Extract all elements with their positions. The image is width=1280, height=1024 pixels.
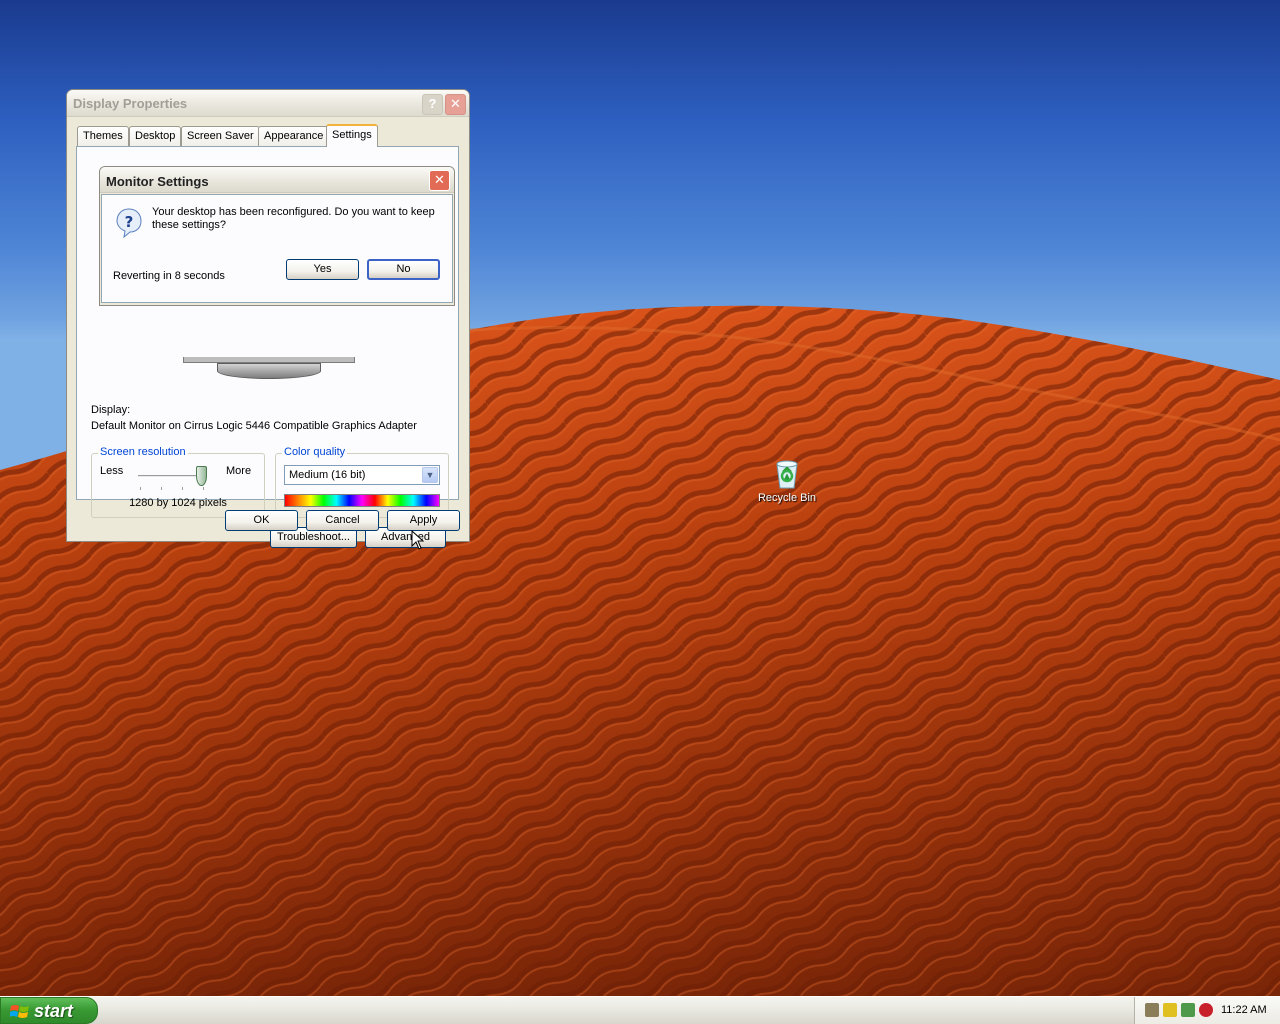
resolution-slider-thumb[interactable] <box>196 466 207 486</box>
color-quality-group: Color quality Medium (16 bit) ▼ <box>275 446 449 518</box>
tab-desktop[interactable]: Desktop <box>129 126 182 146</box>
tab-themes[interactable]: Themes <box>77 126 129 146</box>
apply-button[interactable]: Apply <box>387 510 460 531</box>
tab-appearance[interactable]: Appearance <box>258 126 330 146</box>
monitor-image-stand <box>217 363 321 379</box>
monitor-settings-message: Your desktop has been reconfigured. Do y… <box>152 206 435 231</box>
no-button[interactable]: No <box>367 259 440 280</box>
system-tray: 11:22 AM <box>1134 997 1280 1024</box>
help-icon: ? <box>428 96 437 111</box>
resolution-slider-track[interactable] <box>138 475 204 478</box>
recycle-bin[interactable]: Recycle Bin <box>752 458 822 504</box>
clock[interactable]: 11:22 AM <box>1221 1004 1267 1016</box>
question-icon: ? <box>116 208 142 238</box>
chevron-down-icon[interactable]: ▼ <box>422 467 438 483</box>
screen-resolution-legend: Screen resolution <box>98 446 188 458</box>
close-button[interactable]: ✕ <box>445 94 466 115</box>
taskbar: start 11:22 AM <box>0 996 1280 1024</box>
mouse-cursor-icon <box>411 530 425 550</box>
cancel-button[interactable]: Cancel <box>306 510 379 531</box>
resolution-less-label: Less <box>100 465 124 477</box>
display-label: Display: <box>91 404 131 416</box>
recycle-bin-icon <box>776 460 798 489</box>
close-icon: ✕ <box>450 96 461 111</box>
recycle-bin-label: Recycle Bin <box>757 492 817 504</box>
monitor-settings-dialog: Monitor Settings ✕ ? Your desktop has be… <box>99 166 455 306</box>
shield-icon[interactable] <box>1199 1003 1213 1017</box>
close-icon: ✕ <box>434 172 445 187</box>
start-button[interactable]: start <box>0 997 98 1024</box>
display-properties-title: Display Properties <box>73 96 188 111</box>
display-properties-window: Display Properties ? ✕ Themes Desktop Sc… <box>66 89 470 548</box>
resolution-more-label: More <box>226 465 252 477</box>
color-spectrum-bar <box>284 494 440 507</box>
resolution-value: 1280 by 1024 pixels <box>129 497 227 509</box>
monitor-settings-titlebar[interactable]: Monitor Settings ✕ <box>100 167 454 193</box>
color-quality-legend: Color quality <box>282 446 348 458</box>
resolution-slider-ticks <box>140 487 204 490</box>
monitor-settings-title: Monitor Settings <box>106 174 209 189</box>
screen-resolution-group: Screen resolution Less More 1280 by 1024… <box>91 446 265 518</box>
ok-button[interactable]: OK <box>225 510 298 531</box>
color-quality-selected: Medium (16 bit) <box>289 469 366 481</box>
revert-countdown: Reverting in 8 seconds <box>113 270 225 282</box>
help-button[interactable]: ? <box>422 94 443 115</box>
security-icon[interactable] <box>1181 1003 1195 1017</box>
display-properties-titlebar[interactable]: Display Properties ? ✕ <box>67 90 469 117</box>
tab-screen-saver[interactable]: Screen Saver <box>181 126 260 146</box>
windows-logo-icon <box>10 1005 29 1018</box>
monitor-settings-body: ? Your desktop has been reconfigured. Do… <box>101 194 453 303</box>
tab-settings[interactable]: Settings <box>326 124 378 147</box>
warning-icon[interactable] <box>1163 1003 1177 1017</box>
color-quality-dropdown[interactable]: Medium (16 bit) ▼ <box>284 465 440 485</box>
yes-button[interactable]: Yes <box>286 259 359 280</box>
svg-text:?: ? <box>125 213 134 231</box>
dialog-close-button[interactable]: ✕ <box>429 170 450 191</box>
start-label: start <box>34 1001 74 1021</box>
network-icon[interactable] <box>1145 1003 1159 1017</box>
display-value: Default Monitor on Cirrus Logic 5446 Com… <box>91 420 417 432</box>
